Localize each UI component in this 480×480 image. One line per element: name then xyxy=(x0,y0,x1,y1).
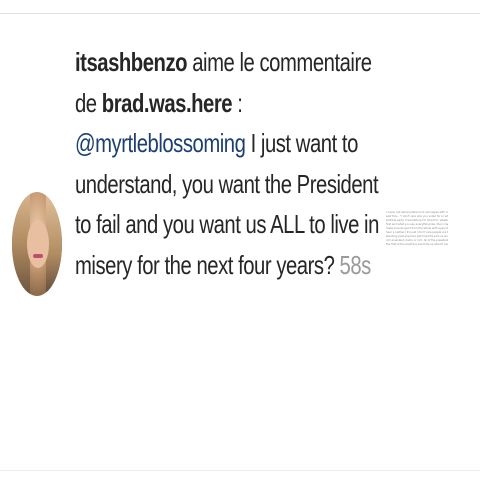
timestamp: 58s xyxy=(334,249,372,280)
avatar-lips xyxy=(33,254,43,258)
separator: : xyxy=(232,87,243,118)
mention-link[interactable]: @myrtleblossoming xyxy=(75,128,246,158)
avatar-face xyxy=(27,220,49,268)
liker-username[interactable]: itsashbenzo xyxy=(75,47,188,77)
avatar[interactable] xyxy=(12,192,62,296)
commenter-username[interactable]: brad.was.here xyxy=(102,88,233,118)
top-divider xyxy=(0,13,480,14)
side-text-block: I never call about politics but I will a… xyxy=(386,211,448,247)
notification-text: itsashbenzo aime le commentaire de brad.… xyxy=(75,42,387,285)
bottom-divider xyxy=(0,470,480,471)
side-text-line: the first of the anything would be up ab… xyxy=(386,243,448,246)
